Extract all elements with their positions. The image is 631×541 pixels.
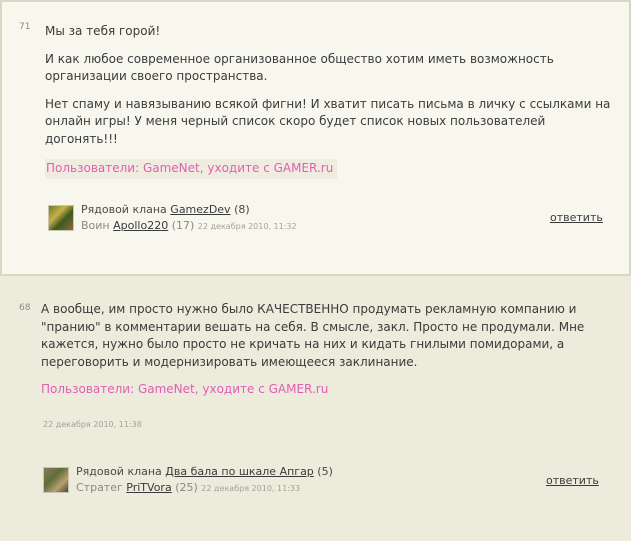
- author-link[interactable]: Apollo220: [113, 219, 168, 232]
- comment-number: 68: [19, 303, 31, 313]
- author-score: (25): [175, 481, 198, 494]
- clan-link[interactable]: Два бала по шкале Апгар: [165, 465, 314, 478]
- comment-body: Мы за тебя горой! И как любое современно…: [45, 23, 615, 179]
- clan-prefix: Рядовой клана: [81, 203, 167, 216]
- users-signature: Пользователи: GameNet, уходите с GAMER.r…: [41, 382, 329, 396]
- comment: 68 А вообще, им просто нужно было КАЧЕСТ…: [0, 289, 631, 541]
- author-info: Рядовой клана Два бала по шкале Апгар (5…: [76, 465, 333, 495]
- avatar[interactable]: [43, 467, 69, 493]
- signature-date: 22 декабря 2010, 11:38: [43, 420, 142, 429]
- comment-number: 71: [19, 22, 31, 32]
- author-link[interactable]: PriTVora: [126, 481, 171, 494]
- author-score: (17): [171, 219, 195, 232]
- clan-count: (8): [234, 203, 250, 216]
- author-info: Рядовой клана GamezDev (8) Воин Apollo22…: [81, 203, 297, 233]
- clan-count: (5): [317, 465, 333, 478]
- author-rank: Воин: [81, 219, 110, 232]
- comment-paragraph: А вообще, им просто нужно было КАЧЕСТВЕН…: [41, 302, 585, 369]
- author-rank: Стратег: [76, 481, 123, 494]
- comment-paragraph: Нет спаму и навязыванию всякой фигни! И …: [45, 96, 611, 146]
- comment-paragraph: Мы за тебя горой!: [45, 24, 161, 38]
- comment-date: 22 декабря 2010, 11:32: [197, 222, 297, 231]
- reply-link[interactable]: ответить: [550, 211, 603, 224]
- comment-paragraph: И как любое современное организованное о…: [45, 51, 554, 84]
- comment: 71 Мы за тебя горой! И как любое совреме…: [0, 0, 631, 276]
- users-signature: Пользователи: GameNet, уходите с GAMER.r…: [45, 159, 338, 179]
- comment-date: 22 декабря 2010, 11:33: [201, 484, 301, 493]
- comment-body: А вообще, им просто нужно было КАЧЕСТВЕН…: [41, 301, 616, 399]
- avatar[interactable]: [48, 205, 74, 231]
- clan-prefix: Рядовой клана: [76, 465, 162, 478]
- reply-link[interactable]: ответить: [546, 474, 599, 487]
- clan-link[interactable]: GamezDev: [170, 203, 230, 216]
